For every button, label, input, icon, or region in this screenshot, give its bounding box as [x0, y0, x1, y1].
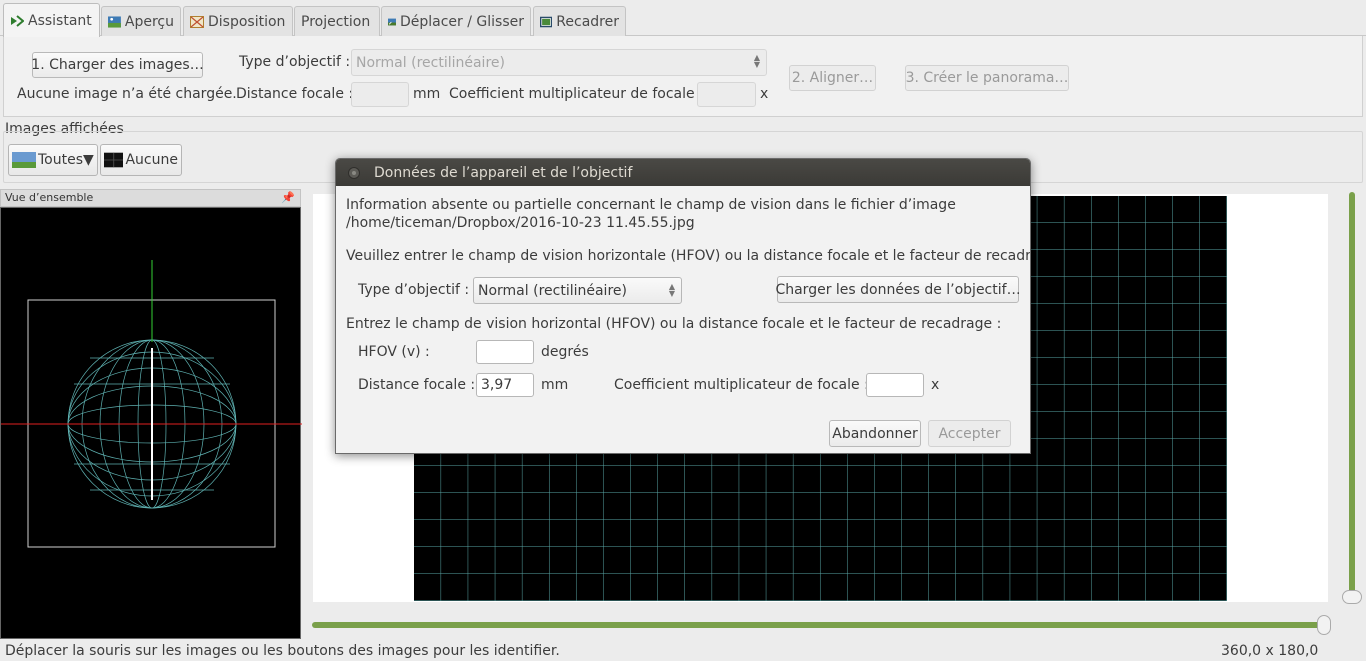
lens-type-label: Type d’objectif :	[239, 54, 351, 70]
show-none-button[interactable]: Aucune	[100, 144, 182, 176]
show-all-button[interactable]: Toutes▼	[8, 144, 98, 176]
dialog-info-line2: /home/ticeman/Dropbox/2016-10-23 11.45.5…	[346, 215, 695, 231]
overview-title: Vue d’ensemble 📌	[0, 189, 301, 207]
hfov-input[interactable]	[476, 340, 534, 364]
pin-icon[interactable]: 📌	[281, 190, 295, 206]
cancel-button[interactable]: Abandonner	[829, 420, 921, 447]
tab-apercu[interactable]: Aperçu	[101, 6, 181, 36]
crop-unit: x	[760, 86, 769, 102]
dialog-info-line1: Information absente ou partielle concern…	[346, 197, 956, 213]
tab-recadrer[interactable]: Recadrer	[533, 6, 626, 36]
overview-sphere	[1, 260, 302, 548]
tab-bar: Assistant Aperçu Disposition Projection …	[0, 0, 1366, 37]
hfov-unit: degrés	[541, 344, 589, 360]
focal-length-input[interactable]	[351, 82, 409, 107]
layout-icon	[190, 15, 204, 28]
preview-icon	[108, 15, 121, 28]
vertical-slider-track[interactable]	[1349, 192, 1355, 596]
dialog-instruction: Veuillez entrer le champ de vision horiz…	[346, 248, 1031, 264]
tab-deplacer-glisser[interactable]: Déplacer / Glisser	[381, 6, 531, 36]
focal-unit: mm	[413, 86, 441, 102]
close-icon[interactable]	[348, 166, 360, 179]
tab-assistant[interactable]: Assistant	[3, 3, 100, 37]
vertical-slider-thumb[interactable]	[1342, 590, 1362, 604]
dialog-title: Données de l’appareil et de l’objectif	[374, 164, 633, 181]
crop-factor-input[interactable]	[697, 82, 756, 107]
create-panorama-button[interactable]: 3. Créer le panorama…	[905, 65, 1069, 91]
black-image-icon	[104, 152, 124, 168]
status-hint: Déplacer la souris sur les images ou les…	[5, 643, 560, 659]
landscape-icon	[12, 152, 36, 168]
dialog-titlebar[interactable]: Données de l’appareil et de l’objectif	[336, 159, 1030, 186]
wizard-icon	[11, 14, 24, 27]
dialog-crop-unit: x	[931, 377, 940, 393]
overview-canvas[interactable]	[0, 207, 302, 639]
no-image-text: Aucune image n’a été chargée.	[17, 86, 237, 102]
load-lens-data-button[interactable]: Charger les données de l’objectif…	[775, 276, 1021, 303]
dialog-focal-input[interactable]: 3,97	[476, 373, 534, 397]
tab-projection[interactable]: Projection	[294, 6, 380, 36]
horizontal-slider-thumb[interactable]	[1317, 615, 1331, 635]
align-button[interactable]: 2. Aligner…	[789, 65, 876, 91]
dialog-crop-label: Coefficient multiplicateur de focale :	[614, 377, 869, 393]
dialog-crop-input[interactable]	[866, 373, 924, 397]
accept-button[interactable]: Accepter	[928, 420, 1011, 447]
focal-length-label: Distance focale :	[236, 86, 354, 102]
dialog-lens-type-select[interactable]: Normal (rectilinéaire) ▲ ▼	[473, 277, 682, 304]
crop-icon	[540, 16, 553, 27]
combo-arrows-icon: ▲ ▼	[668, 282, 675, 298]
dialog-instruction2: Entrez le champ de vision horizontal (HF…	[346, 316, 1002, 332]
hfov-label: HFOV (v) :	[358, 344, 430, 360]
horizontal-slider-track[interactable]	[312, 622, 1330, 628]
tab-disposition[interactable]: Disposition	[183, 6, 293, 36]
dialog-lens-type-label: Type d’objectif :	[358, 282, 470, 298]
camera-lens-dialog: Données de l’appareil et de l’objectif I…	[335, 158, 1031, 454]
crop-factor-label: Coefficient multiplicateur de focale :	[449, 86, 704, 102]
lens-type-select[interactable]: Normal (rectilinéaire) ▲ ▼	[351, 49, 767, 76]
combo-arrows-icon: ▲ ▼	[753, 53, 760, 69]
move-drag-icon	[388, 18, 396, 25]
dialog-focal-unit: mm	[541, 377, 569, 393]
load-images-button[interactable]: 1. Charger des images…	[31, 52, 204, 78]
status-fov: 360,0 x 180,0	[1221, 643, 1319, 659]
dialog-focal-label: Distance focale :	[358, 377, 476, 393]
